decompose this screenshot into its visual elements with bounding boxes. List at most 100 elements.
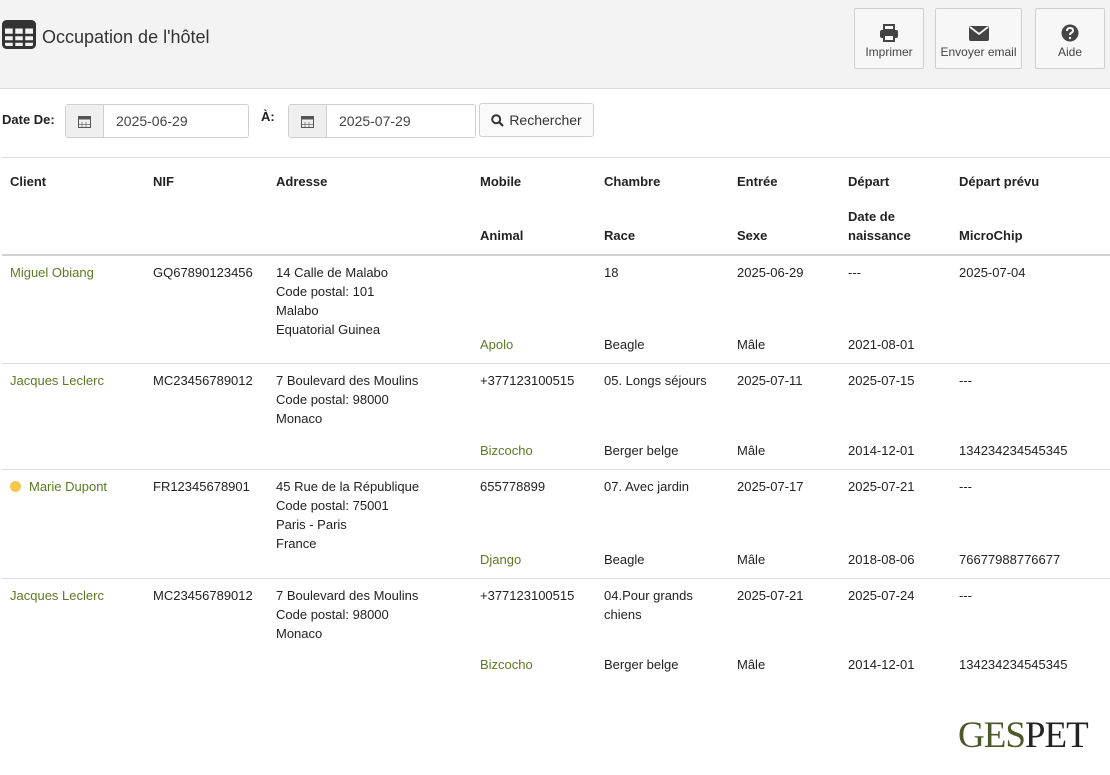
sex-cell: Mâle bbox=[737, 337, 766, 352]
client-link[interactable]: Jacques Leclerc bbox=[10, 371, 104, 390]
logo-part-ges: GES bbox=[958, 715, 1026, 756]
breed-cell: Beagle bbox=[604, 337, 645, 352]
address-line: France bbox=[276, 536, 317, 551]
mobile-cell: 655778899 bbox=[480, 479, 546, 494]
header-sex: Sexe bbox=[737, 228, 768, 243]
address-line: 45 Rue de la République bbox=[276, 479, 420, 494]
header-birth-date: Date de naissance bbox=[848, 209, 911, 243]
search-button[interactable]: Rechercher bbox=[479, 103, 594, 137]
date-to-group bbox=[288, 104, 476, 138]
header-departure: Départ bbox=[848, 174, 890, 189]
microchip-cell: 76677988776677 bbox=[959, 552, 1061, 567]
microchip-cell: 134234234545345 bbox=[959, 657, 1068, 672]
departure-date: 2025-07-15 bbox=[848, 373, 915, 388]
address-line: Paris - Paris bbox=[276, 517, 347, 532]
help-icon bbox=[1061, 24, 1079, 42]
room-cell: 07. Avec jardin bbox=[604, 479, 690, 494]
client-link[interactable]: Miguel Obiang bbox=[10, 263, 94, 282]
top-toolbar: Occupation de l'hôtel Imprimer Envoyer e… bbox=[0, 0, 1110, 89]
header-bottom-border bbox=[2, 254, 1110, 256]
page-header: Occupation de l'hôtel bbox=[2, 20, 210, 49]
address-line: Equatorial Guinea bbox=[276, 322, 381, 337]
help-button[interactable]: Aide bbox=[1035, 8, 1105, 69]
animal-link[interactable]: Bizcocho bbox=[480, 441, 533, 460]
row-divider bbox=[2, 469, 1110, 470]
address-line: 14 Calle de Malabo bbox=[276, 265, 389, 280]
header-room: Chambre bbox=[604, 174, 661, 189]
table-top-border bbox=[2, 157, 1110, 158]
date-to-label: À: bbox=[261, 109, 275, 124]
room-cell: chiens bbox=[604, 607, 642, 622]
address-line: Monaco bbox=[276, 411, 323, 426]
departure-date: 2025-07-21 bbox=[848, 479, 915, 494]
planned-departure-date: --- bbox=[959, 479, 972, 494]
breed-cell: Beagle bbox=[604, 552, 645, 567]
mobile-cell: +377123100515 bbox=[480, 373, 575, 388]
header-breed: Race bbox=[604, 228, 636, 243]
search-button-label: Rechercher bbox=[509, 112, 582, 128]
departure-date: --- bbox=[848, 265, 861, 280]
logo-part-pet: PET bbox=[1024, 715, 1089, 756]
client-link[interactable]: Jacques Leclerc bbox=[10, 586, 104, 605]
client-link[interactable]: Marie Dupont bbox=[10, 477, 107, 496]
mobile-cell: +377123100515 bbox=[480, 588, 575, 603]
header-planned-departure: Départ prévu bbox=[959, 174, 1040, 189]
help-button-label: Aide bbox=[1057, 45, 1083, 59]
birth-date-cell: 2014-12-01 bbox=[848, 657, 915, 672]
birth-date-cell: 2018-08-06 bbox=[848, 552, 915, 567]
row-divider bbox=[2, 363, 1110, 364]
header-microchip: MicroChip bbox=[959, 228, 1023, 243]
room-cell: 05. Longs séjours bbox=[604, 373, 707, 388]
departure-date: 2025-07-24 bbox=[848, 588, 915, 603]
animal-link[interactable]: Django bbox=[480, 550, 521, 569]
room-cell: 18 bbox=[604, 265, 619, 280]
room-cell: 04.Pour grands bbox=[604, 588, 693, 603]
animal-link[interactable]: Bizcocho bbox=[480, 655, 533, 674]
sex-cell: Mâle bbox=[737, 657, 766, 672]
header-mobile: Mobile bbox=[480, 174, 522, 189]
header-entry: Entrée bbox=[737, 174, 778, 189]
header-animal: Animal bbox=[480, 228, 524, 243]
address-line: Monaco bbox=[276, 626, 323, 641]
envelope-icon bbox=[968, 26, 989, 41]
send-email-button[interactable]: Envoyer email bbox=[935, 8, 1022, 69]
calendar-icon[interactable] bbox=[289, 105, 327, 137]
table-icon bbox=[2, 20, 36, 49]
page-title: Occupation de l'hôtel bbox=[42, 27, 210, 47]
planned-departure-date: 2025-07-04 bbox=[959, 265, 1026, 280]
search-icon bbox=[491, 113, 505, 127]
entry-date: 2025-07-17 bbox=[737, 479, 804, 494]
entry-date: 2025-06-29 bbox=[737, 265, 804, 280]
address-line: Code postal: 98000 bbox=[276, 392, 389, 407]
send-email-button-label: Envoyer email bbox=[940, 45, 1017, 59]
address-line: Code postal: 101 bbox=[276, 284, 375, 299]
print-icon bbox=[880, 24, 898, 42]
header-client: Client bbox=[10, 174, 47, 189]
address-line: 7 Boulevard des Moulins bbox=[276, 588, 419, 603]
header-address: Adresse bbox=[276, 174, 328, 189]
gespet-logo: GESPET bbox=[958, 714, 1089, 757]
sex-cell: Mâle bbox=[737, 443, 766, 458]
birth-date-cell: 2014-12-01 bbox=[848, 443, 915, 458]
animal-link[interactable]: Apolo bbox=[480, 335, 513, 354]
birth-date-cell: 2021-08-01 bbox=[848, 337, 915, 352]
breed-cell: Berger belge bbox=[604, 443, 679, 458]
microchip-cell: 134234234545345 bbox=[959, 443, 1068, 458]
print-button[interactable]: Imprimer bbox=[854, 8, 924, 69]
date-filter-bar: Date De: À: Rechercher bbox=[0, 103, 1110, 139]
breed-cell: Berger belge bbox=[604, 657, 679, 672]
nif-cell: FR12345678901 bbox=[153, 479, 250, 494]
row-divider bbox=[2, 578, 1110, 579]
address-line: Code postal: 75001 bbox=[276, 498, 389, 513]
calendar-icon[interactable] bbox=[66, 105, 104, 137]
address-line: Code postal: 98000 bbox=[276, 607, 389, 622]
address-line: 7 Boulevard des Moulins bbox=[276, 373, 419, 388]
header-nif: NIF bbox=[153, 174, 174, 189]
nif-cell: GQ67890123456 bbox=[153, 265, 253, 280]
entry-date: 2025-07-21 bbox=[737, 588, 804, 603]
client-name: Marie Dupont bbox=[29, 479, 108, 494]
date-from-label: Date De: bbox=[2, 112, 55, 127]
entry-date: 2025-07-11 bbox=[737, 373, 803, 388]
date-to-input[interactable] bbox=[327, 105, 475, 137]
date-from-input[interactable] bbox=[104, 105, 248, 137]
